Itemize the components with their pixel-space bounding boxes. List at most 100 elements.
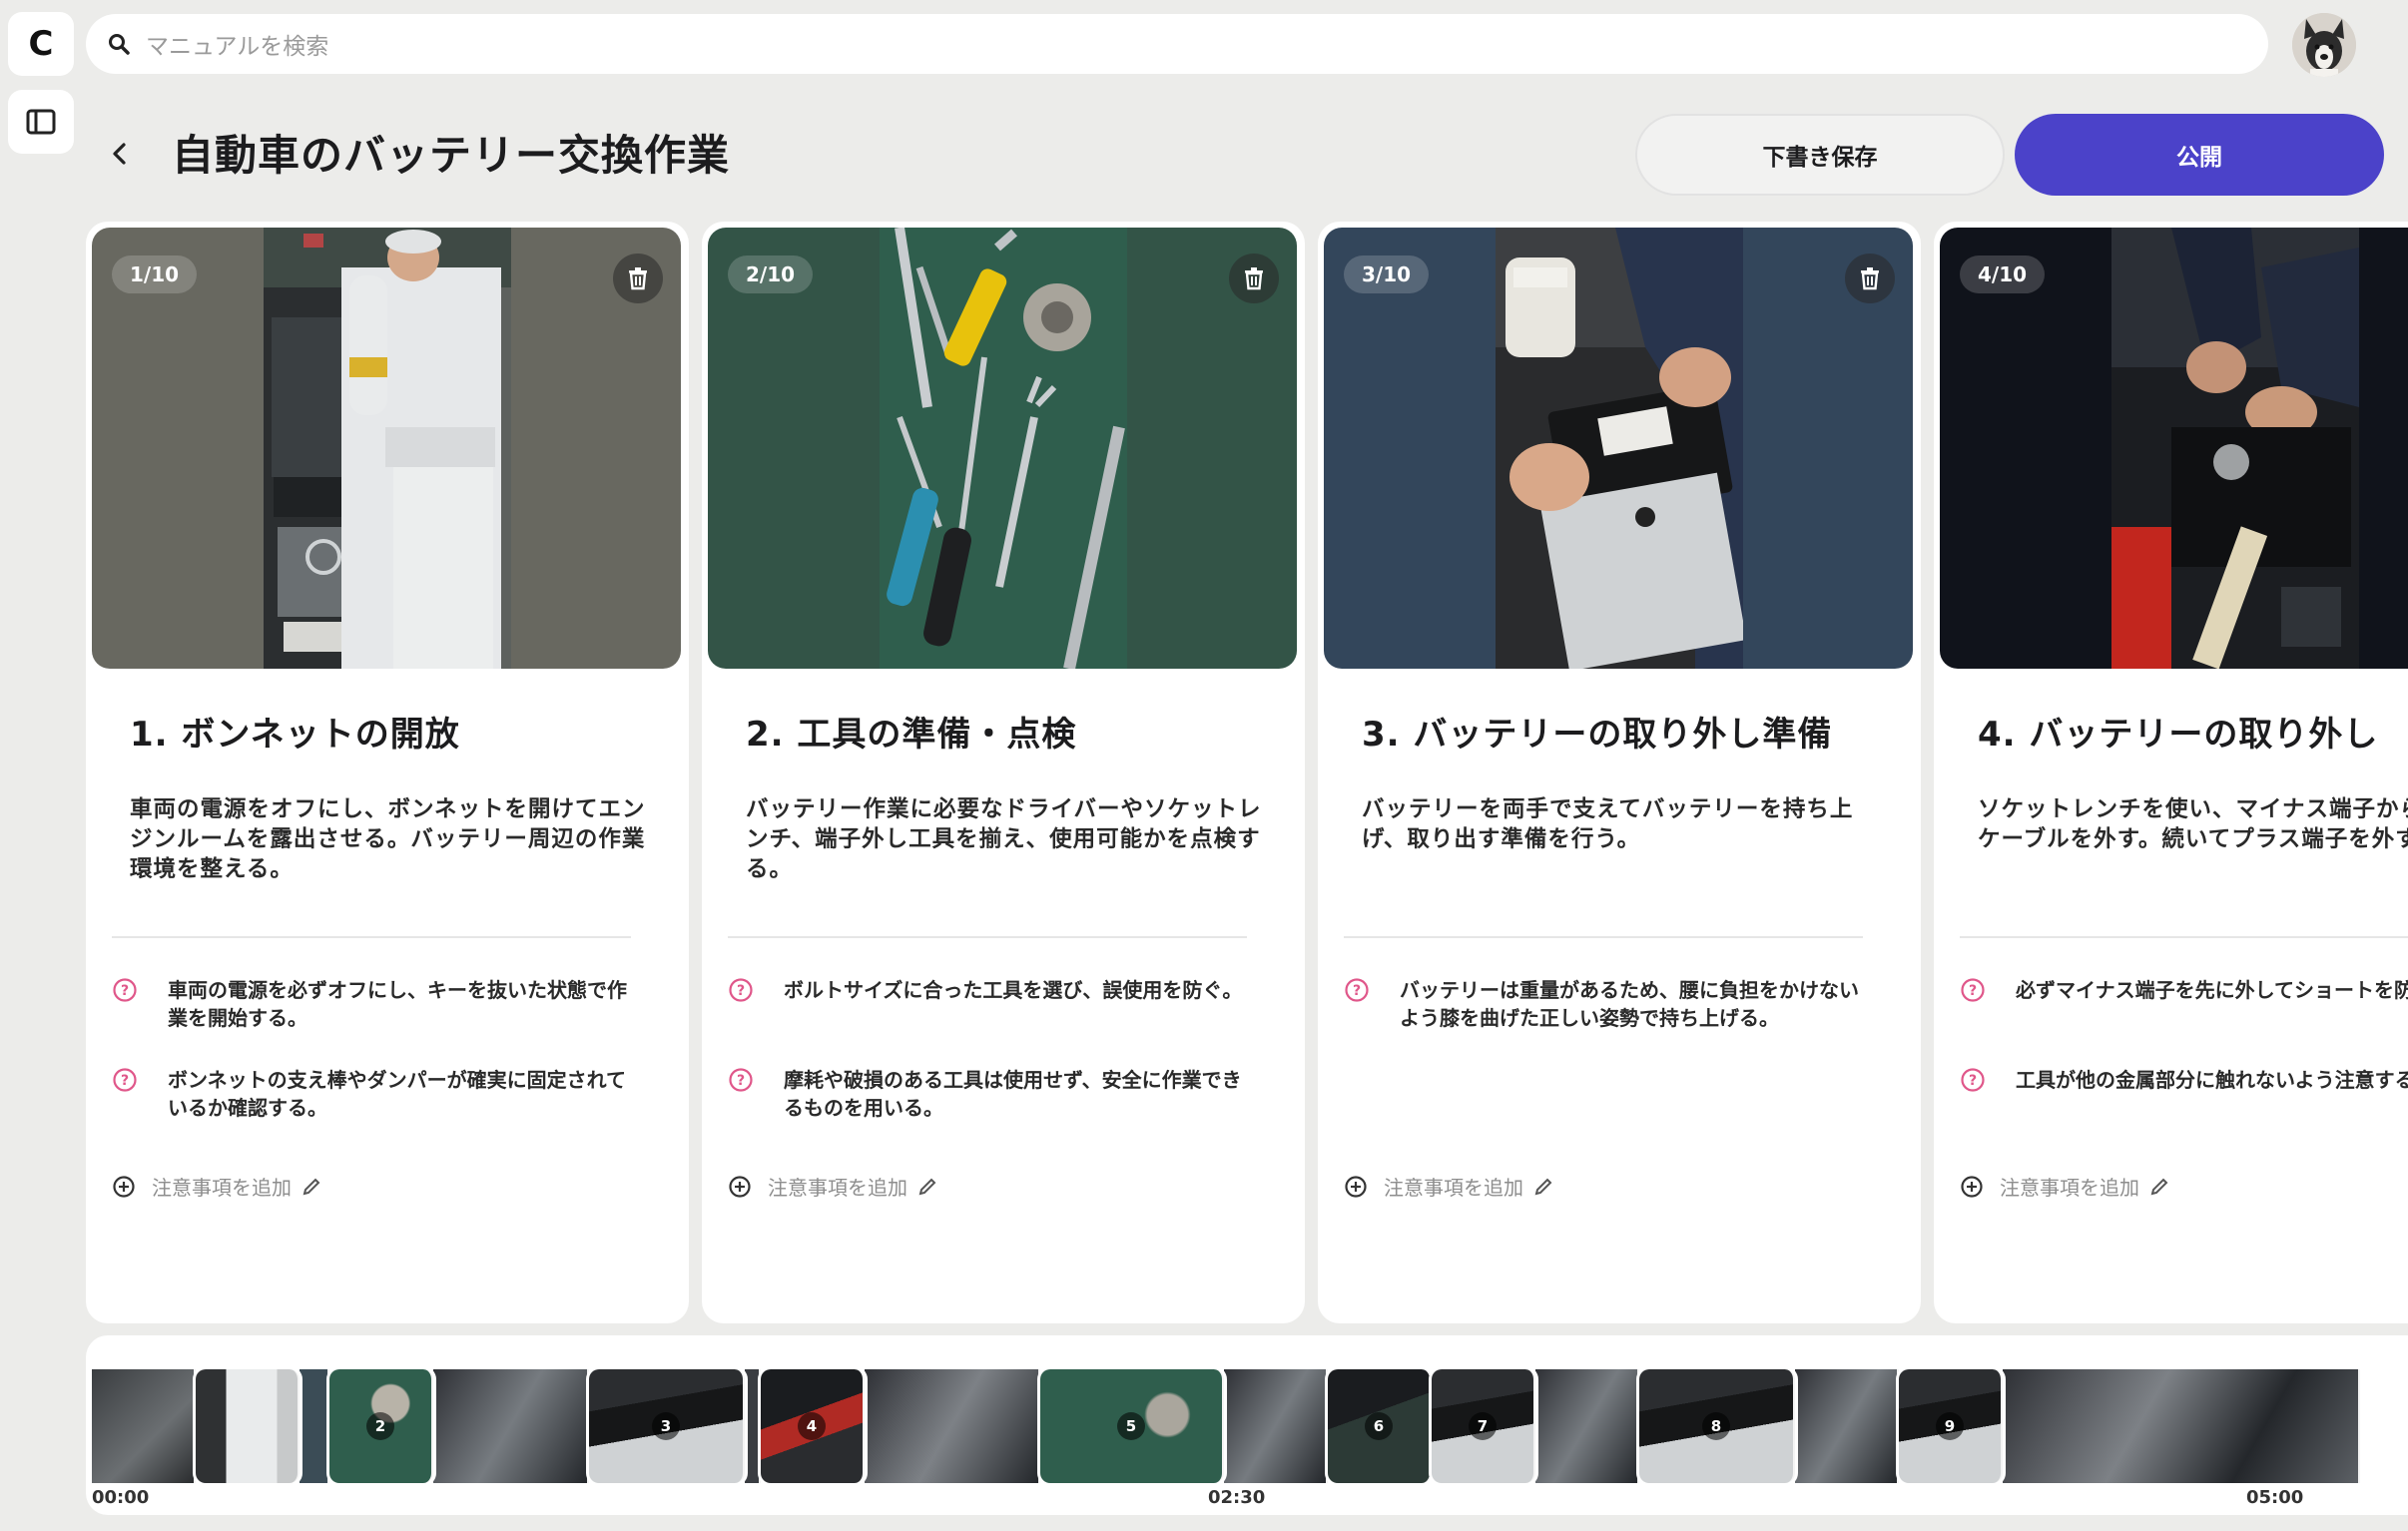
divider bbox=[728, 936, 1247, 938]
question-circle-icon: ? bbox=[1345, 978, 1369, 1002]
delete-step-button[interactable] bbox=[1229, 254, 1279, 303]
timeline-frame[interactable] bbox=[300, 1369, 329, 1483]
step-title[interactable]: 1. ボンネットの開放 bbox=[130, 707, 460, 756]
step-media: 4/10 bbox=[1940, 228, 2408, 669]
step-title[interactable]: 2. 工具の準備・点検 bbox=[746, 707, 1076, 756]
timeline-frame[interactable]: 7 bbox=[1432, 1369, 1535, 1483]
timeline-frame[interactable] bbox=[745, 1369, 761, 1483]
step-photo bbox=[2111, 228, 2359, 669]
step-description[interactable]: 車両の電源をオフにし、ボンネットを開けてエンジンルームを露出させる。バッテリー周… bbox=[130, 794, 647, 884]
page-title: 自動車のバッテリー交換作業 bbox=[172, 131, 731, 180]
caution-note-text: ボンネットの支え棒やダンパーが確実に固定されているか確認する。 bbox=[168, 1068, 626, 1120]
delete-step-button[interactable] bbox=[1845, 254, 1895, 303]
add-caution-button[interactable]: 注意事項を追加 bbox=[728, 1172, 937, 1201]
timestamp-end: 05:00 bbox=[2246, 1487, 2304, 1508]
timeline-frame[interactable]: 4 bbox=[761, 1369, 865, 1483]
timeline-frame[interactable]: 3 bbox=[589, 1369, 745, 1483]
publish-button[interactable]: 公開 bbox=[2015, 114, 2384, 196]
step-description[interactable]: バッテリー作業に必要なドライバーやソケットレンチ、端子外し工具を揃え、使用可能か… bbox=[746, 794, 1263, 884]
svg-text:?: ? bbox=[1969, 1073, 1977, 1089]
step-description[interactable]: バッテリーを両手で支えてバッテリーを持ち上げ、取り出す準備を行う。 bbox=[1362, 794, 1879, 854]
caution-note[interactable]: ? ボンネットの支え棒やダンパーが確実に固定されているか確認する。 bbox=[112, 1066, 651, 1122]
step-title[interactable]: 3. バッテリーの取り外し準備 bbox=[1362, 707, 1832, 756]
step-badge: 1/10 bbox=[112, 255, 198, 293]
step-badge: 2/10 bbox=[728, 255, 814, 293]
timeline-frame[interactable] bbox=[92, 1369, 196, 1483]
caution-note-text: バッテリーは重量があるため、腰に負担をかけないよう膝を曲げた正しい姿勢で持ち上げ… bbox=[1400, 978, 1859, 1030]
step-media: 2/10 bbox=[708, 228, 1297, 669]
question-circle-icon: ? bbox=[113, 1068, 137, 1092]
timestamp-mid: 02:30 bbox=[1208, 1487, 1266, 1508]
step-badge: 3/10 bbox=[1344, 255, 1430, 293]
timeline-frame[interactable]: 6 bbox=[1328, 1369, 1432, 1483]
svg-text:?: ? bbox=[121, 1073, 129, 1089]
search-bar[interactable]: マニュアルを検索 bbox=[86, 14, 2268, 74]
caution-note-text: ボルトサイズに合った工具を選び、誤使用を防ぐ。 bbox=[784, 978, 1243, 1002]
thumbnail-strip[interactable]: 2 3 4 5 6 7 8 9 bbox=[92, 1369, 2378, 1483]
timeline-frame[interactable] bbox=[196, 1369, 300, 1483]
user-avatar[interactable] bbox=[2292, 13, 2356, 77]
question-circle-icon: ? bbox=[113, 978, 137, 1002]
pencil-icon bbox=[2150, 1178, 2168, 1195]
step-card[interactable]: 1/10 1. ボンネットの開放 車両の電源をオフにし、ボンネットを開けてエンジ… bbox=[86, 222, 689, 1323]
timeline-frame[interactable] bbox=[865, 1369, 1040, 1483]
step-marker: 9 bbox=[1936, 1412, 1964, 1440]
add-caution-button[interactable]: 注意事項を追加 bbox=[1960, 1172, 2169, 1201]
timeline-frame[interactable] bbox=[1535, 1369, 1639, 1483]
add-caution-button[interactable]: 注意事項を追加 bbox=[112, 1172, 321, 1201]
step-marker: 3 bbox=[652, 1412, 680, 1440]
step-title[interactable]: 4. バッテリーの取り外し bbox=[1978, 707, 2378, 756]
timeline-frame[interactable]: 2 bbox=[329, 1369, 433, 1483]
step-card[interactable]: 4/10 4. バッテリーの取り外し ソケットレンチを使い、マイナス端子から緩め… bbox=[1934, 222, 2408, 1323]
hands-lifting-battery-image bbox=[1496, 228, 1743, 669]
step-badge: 4/10 bbox=[1960, 255, 2046, 293]
svg-text:?: ? bbox=[737, 983, 745, 999]
chevron-left-icon bbox=[113, 143, 126, 165]
svg-text:?: ? bbox=[737, 1073, 745, 1089]
step-photo bbox=[1496, 228, 1743, 669]
divider bbox=[1344, 936, 1863, 938]
app-logo-button[interactable]: C bbox=[8, 12, 74, 76]
step-card[interactable]: 2/10 2. 工具の準備・点検 バッテリー作業に必要なドライバーやソケットレン… bbox=[702, 222, 1305, 1323]
search-icon bbox=[109, 34, 130, 55]
timeline-frame[interactable] bbox=[1224, 1369, 1328, 1483]
step-media: 3/10 bbox=[1324, 228, 1913, 669]
caution-note[interactable]: ? 車両の電源を必ずオフにし、キーを抜いた状態で作業を開始する。 bbox=[112, 976, 651, 1032]
delete-step-button[interactable] bbox=[613, 254, 663, 303]
svg-text:?: ? bbox=[1353, 983, 1361, 999]
divider bbox=[1960, 936, 2408, 938]
caution-note[interactable]: ? 工具が他の金属部分に触れないよう注意する。 bbox=[1960, 1066, 2408, 1094]
step-marker: 8 bbox=[1702, 1412, 1730, 1440]
step-marker: 4 bbox=[798, 1412, 826, 1440]
step-photo bbox=[880, 228, 1127, 669]
caution-note-text: 工具が他の金属部分に触れないよう注意する。 bbox=[2016, 1068, 2408, 1092]
avatar-dog-image bbox=[2292, 13, 2356, 77]
trash-icon bbox=[1861, 267, 1879, 290]
question-circle-icon: ? bbox=[1961, 978, 1985, 1002]
add-caution-button[interactable]: 注意事項を追加 bbox=[1344, 1172, 1553, 1201]
caution-note[interactable]: ? ボルトサイズに合った工具を選び、誤使用を防ぐ。 bbox=[728, 976, 1267, 1004]
step-media: 1/10 bbox=[92, 228, 681, 669]
timeline-frame[interactable]: 8 bbox=[1639, 1369, 1795, 1483]
search-input[interactable]: マニュアルを検索 bbox=[146, 27, 328, 61]
caution-note[interactable]: ? バッテリーは重量があるため、腰に負担をかけないよう膝を曲げた正しい姿勢で持ち… bbox=[1344, 976, 1883, 1032]
caution-note[interactable]: ? 摩耗や破損のある工具は使用せず、安全に作業できるものを用いる。 bbox=[728, 1066, 1267, 1122]
timeline-frame[interactable]: 9 bbox=[1899, 1369, 2003, 1483]
pencil-icon bbox=[918, 1178, 936, 1195]
plus-circle-icon bbox=[113, 1175, 135, 1198]
caution-note-text: 車両の電源を必ずオフにし、キーを抜いた状態で作業を開始する。 bbox=[168, 978, 627, 1030]
save-draft-button[interactable]: 下書き保存 bbox=[1635, 114, 2005, 196]
svg-text:?: ? bbox=[1969, 983, 1977, 999]
sidebar-toggle-button[interactable] bbox=[8, 90, 74, 154]
timeline-frame[interactable] bbox=[1795, 1369, 1899, 1483]
add-caution-label: 注意事項を追加 bbox=[152, 1176, 292, 1200]
video-timeline[interactable]: 2 3 4 5 6 7 8 9 00:00 02:30 05:00 bbox=[86, 1335, 2408, 1515]
back-button[interactable] bbox=[104, 134, 134, 174]
step-description[interactable]: ソケットレンチを使い、マイナス端子から緩めてケーブルを外す。続いてプラス端子を外… bbox=[1978, 794, 2408, 854]
caution-note[interactable]: ? 必ずマイナス端子を先に外してショートを防ぐ。 bbox=[1960, 976, 2408, 1004]
timeline-frame[interactable] bbox=[2003, 1369, 2360, 1483]
step-marker: 5 bbox=[1117, 1412, 1145, 1440]
timeline-frame[interactable] bbox=[433, 1369, 589, 1483]
step-card[interactable]: 3/10 3. バッテリーの取り外し準備 バッテリーを両手で支えてバッテリーを持… bbox=[1318, 222, 1921, 1323]
timeline-frame[interactable]: 5 bbox=[1040, 1369, 1224, 1483]
